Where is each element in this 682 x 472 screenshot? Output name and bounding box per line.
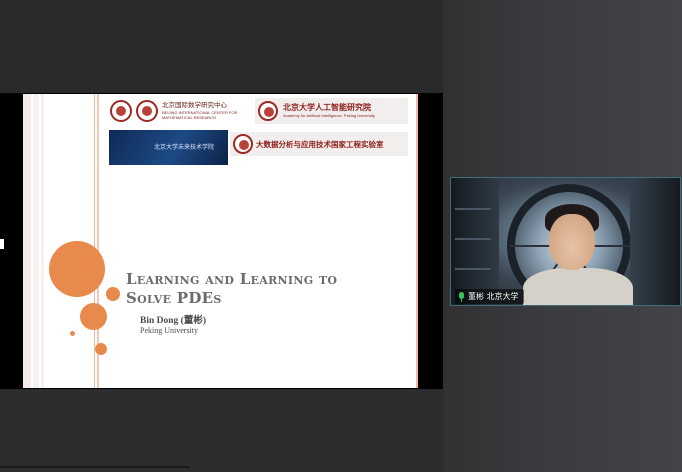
bicmr-seal-logo — [136, 100, 158, 122]
slide-stripe — [416, 94, 418, 388]
future-tech-logo: 北京大学未来技术学院 — [109, 130, 228, 165]
slide-stripe — [41, 94, 44, 388]
bicmr-name-en-2: MATHEMATICAL RESEARCH — [162, 115, 216, 120]
video-background-left — [451, 178, 499, 305]
participant-body — [523, 268, 633, 305]
slide-author: Bin Dong (董彬) — [140, 316, 206, 326]
share-scrollbar[interactable] — [0, 466, 190, 468]
video-shelf — [455, 268, 491, 270]
slide-title: Learning and Learning to Solve PDEs — [126, 270, 386, 308]
bicmr-name-cn: 北京国际数学研究中心 — [162, 102, 227, 109]
decor-circle-medium — [106, 287, 120, 301]
participant-face — [549, 214, 595, 270]
presentation-slide: 北京国际数学研究中心 BEIJING INTERNATIONAL CENTER … — [23, 94, 418, 388]
future-tech-name: 北京大学未来技术学院 — [154, 145, 215, 151]
left-edge-marker — [0, 239, 4, 249]
share-bottom-bar — [0, 390, 443, 472]
aiar-seal-logo — [258, 101, 278, 121]
slide-title-line-1: Learning and Learning to — [126, 270, 338, 288]
decor-circle-small — [95, 343, 107, 355]
video-background-right — [630, 178, 680, 305]
participant-video-tile[interactable]: 董彬 北京大学 — [450, 177, 681, 306]
video-shelf — [455, 208, 491, 210]
slide-title-line-2: Solve PDEs — [126, 289, 222, 307]
slide-stripe — [33, 94, 39, 388]
decor-circle-large — [49, 241, 105, 297]
aiar-name-cn: 北京大学人工智能研究院 — [283, 103, 371, 112]
slide-affiliation: Peking University — [140, 326, 198, 335]
participant-name-tag: 董彬 北京大学 — [455, 289, 524, 304]
decor-circle-small — [70, 331, 75, 336]
slide-stripe — [23, 94, 31, 388]
bigdata-lab-name-cn: 大数据分析与应用技术国家工程实验室 — [256, 140, 384, 149]
slide-stripe — [94, 94, 95, 388]
bigdata-lab-seal-logo — [233, 134, 253, 154]
aiar-name-en: Academy for Artificial Intelligence, Pek… — [283, 113, 375, 118]
microphone-icon — [458, 291, 465, 302]
video-shelf — [455, 238, 491, 240]
pku-seal-logo — [110, 100, 132, 122]
decor-circle-medium — [80, 303, 107, 330]
participant-name: 董彬 北京大学 — [468, 292, 519, 301]
